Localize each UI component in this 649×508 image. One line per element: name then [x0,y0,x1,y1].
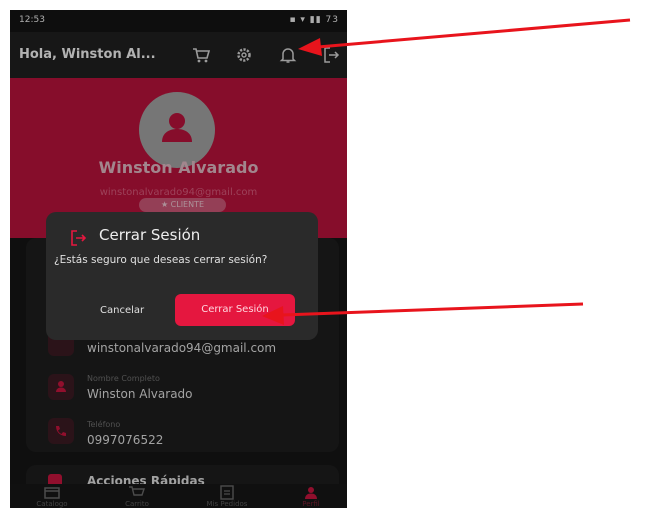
annotation-arrow-top [298,18,631,56]
annotation-arrows [262,18,631,325]
annotation-arrow-bottom [262,302,584,325]
